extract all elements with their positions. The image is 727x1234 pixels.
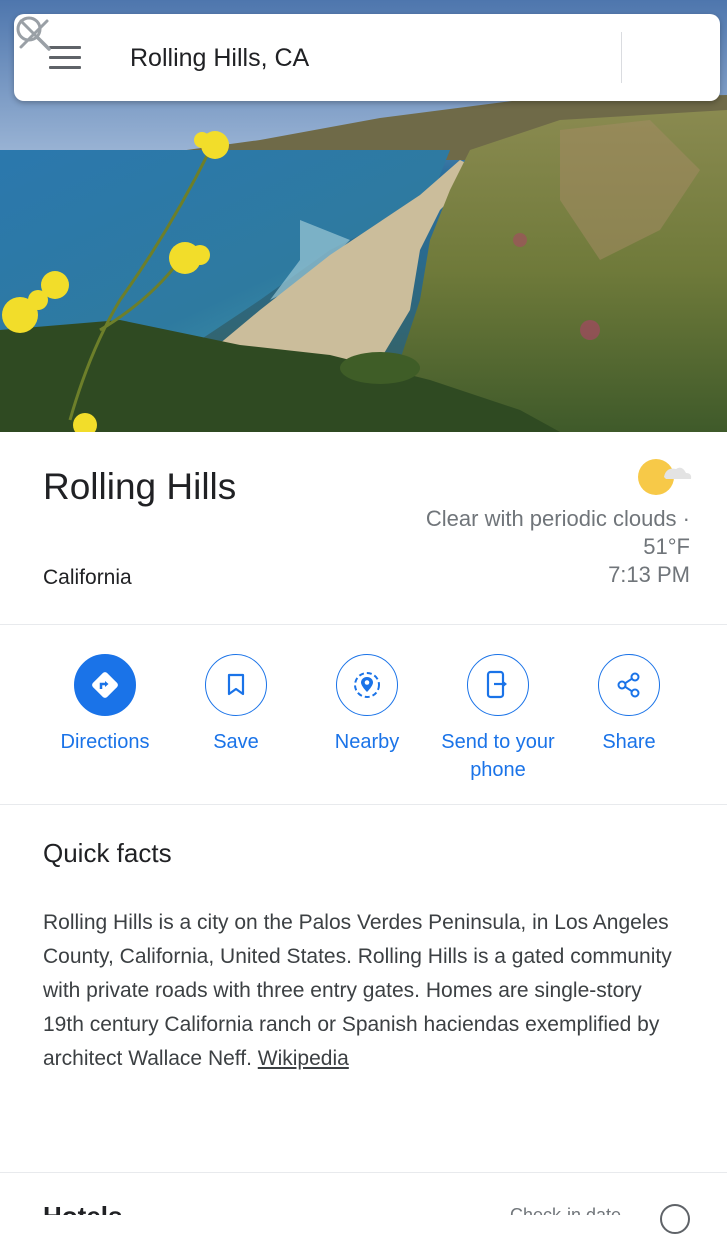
share-button[interactable]: Share [564, 654, 694, 756]
search-input[interactable] [130, 36, 550, 80]
place-title: Rolling Hills [43, 466, 237, 507]
quick-facts-body: Rolling Hills is a city on the Palos Ver… [43, 911, 672, 1070]
section-divider [0, 804, 727, 805]
share-label: Share [602, 731, 656, 753]
search-divider [621, 32, 622, 83]
weather-temperature: 51°F [643, 534, 690, 559]
send-to-phone-icon [467, 654, 529, 716]
send-to-phone-label: Send to your phone [441, 731, 555, 781]
quick-facts-heading: Quick facts [43, 838, 172, 868]
partly-cloudy-icon [638, 459, 692, 495]
wikipedia-link[interactable]: Wikipedia [258, 1047, 349, 1070]
weather-condition: Clear with periodic clouds · [425, 506, 690, 531]
save-label: Save [213, 731, 259, 753]
bookmark-icon [205, 654, 267, 716]
section-divider [0, 1172, 727, 1173]
share-icon [598, 654, 660, 716]
info-icon[interactable] [660, 1204, 690, 1234]
directions-label: Directions [60, 731, 150, 753]
nearby-button[interactable]: Nearby [302, 654, 432, 756]
weather-time: 7:13 PM [608, 562, 690, 587]
close-icon[interactable] [14, 14, 54, 54]
directions-icon [74, 654, 136, 716]
section-divider [0, 624, 727, 625]
directions-button[interactable]: Directions [40, 654, 170, 756]
quick-facts-text: Rolling Hills is a city on the Palos Ver… [43, 906, 683, 1076]
nearby-icon [336, 654, 398, 716]
check-in-date-label[interactable]: Check-in date [510, 1198, 621, 1215]
place-region: California [43, 566, 132, 589]
hotels-heading: Hotels [43, 1196, 122, 1215]
place-photo[interactable] [0, 0, 727, 432]
nearby-label: Nearby [334, 731, 400, 753]
send-to-phone-button[interactable]: Send to your phone [433, 654, 563, 784]
search-bar [14, 14, 720, 101]
save-button[interactable]: Save [171, 654, 301, 756]
weather-info: Clear with periodic clouds · 51°F 7:13 P… [330, 505, 690, 589]
